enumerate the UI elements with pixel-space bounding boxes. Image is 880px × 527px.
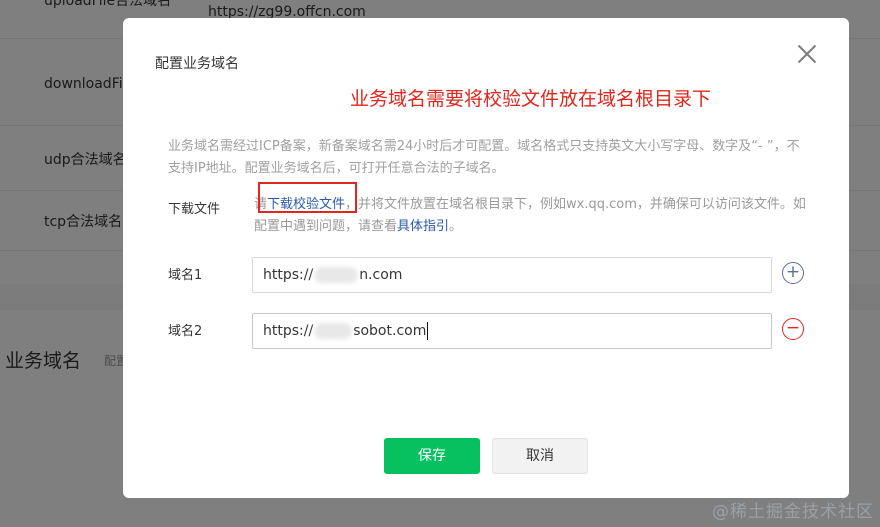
domain1-label: 域名1 <box>168 268 203 283</box>
dialog-title: 配置业务域名 <box>155 56 239 72</box>
text-caret <box>427 322 429 340</box>
annotation-text: 业务域名需要将校验文件放在域名根目录下 <box>350 88 712 110</box>
close-icon[interactable] <box>795 42 819 66</box>
configure-domain-dialog: 配置业务域名 业务域名需要将校验文件放在域名根目录下 业务域名需经过ICP备案，… <box>123 18 849 498</box>
download-suffix: 。 <box>449 219 463 234</box>
add-domain-icon[interactable]: + <box>782 262 804 284</box>
redacted-blur <box>314 267 359 283</box>
domain1-input[interactable]: https:// n.com <box>252 257 772 293</box>
domain1-prefix: https:// <box>263 267 314 283</box>
description-text: 业务域名需经过ICP备案，新备案域名需24小时后才可配置。域名格式只支持英文大小… <box>168 139 800 176</box>
domain2-label: 域名2 <box>168 324 203 339</box>
download-file-label: 下载文件 <box>168 202 221 217</box>
highlight-box <box>258 182 357 213</box>
redacted-blur <box>314 323 353 339</box>
watermark-text: @稀土掘金技术社区 <box>712 502 874 522</box>
remove-domain-icon[interactable]: − <box>782 318 804 340</box>
domain1-suffix: n.com <box>359 267 403 283</box>
domain2-input[interactable]: https:// sobot.com <box>252 313 772 349</box>
save-button[interactable]: 保存 <box>384 438 480 474</box>
cancel-button[interactable]: 取消 <box>492 438 588 474</box>
domain2-prefix: https:// <box>263 323 314 339</box>
guide-link[interactable]: 具体指引 <box>397 219 449 234</box>
domain2-suffix: sobot.com <box>353 323 427 339</box>
